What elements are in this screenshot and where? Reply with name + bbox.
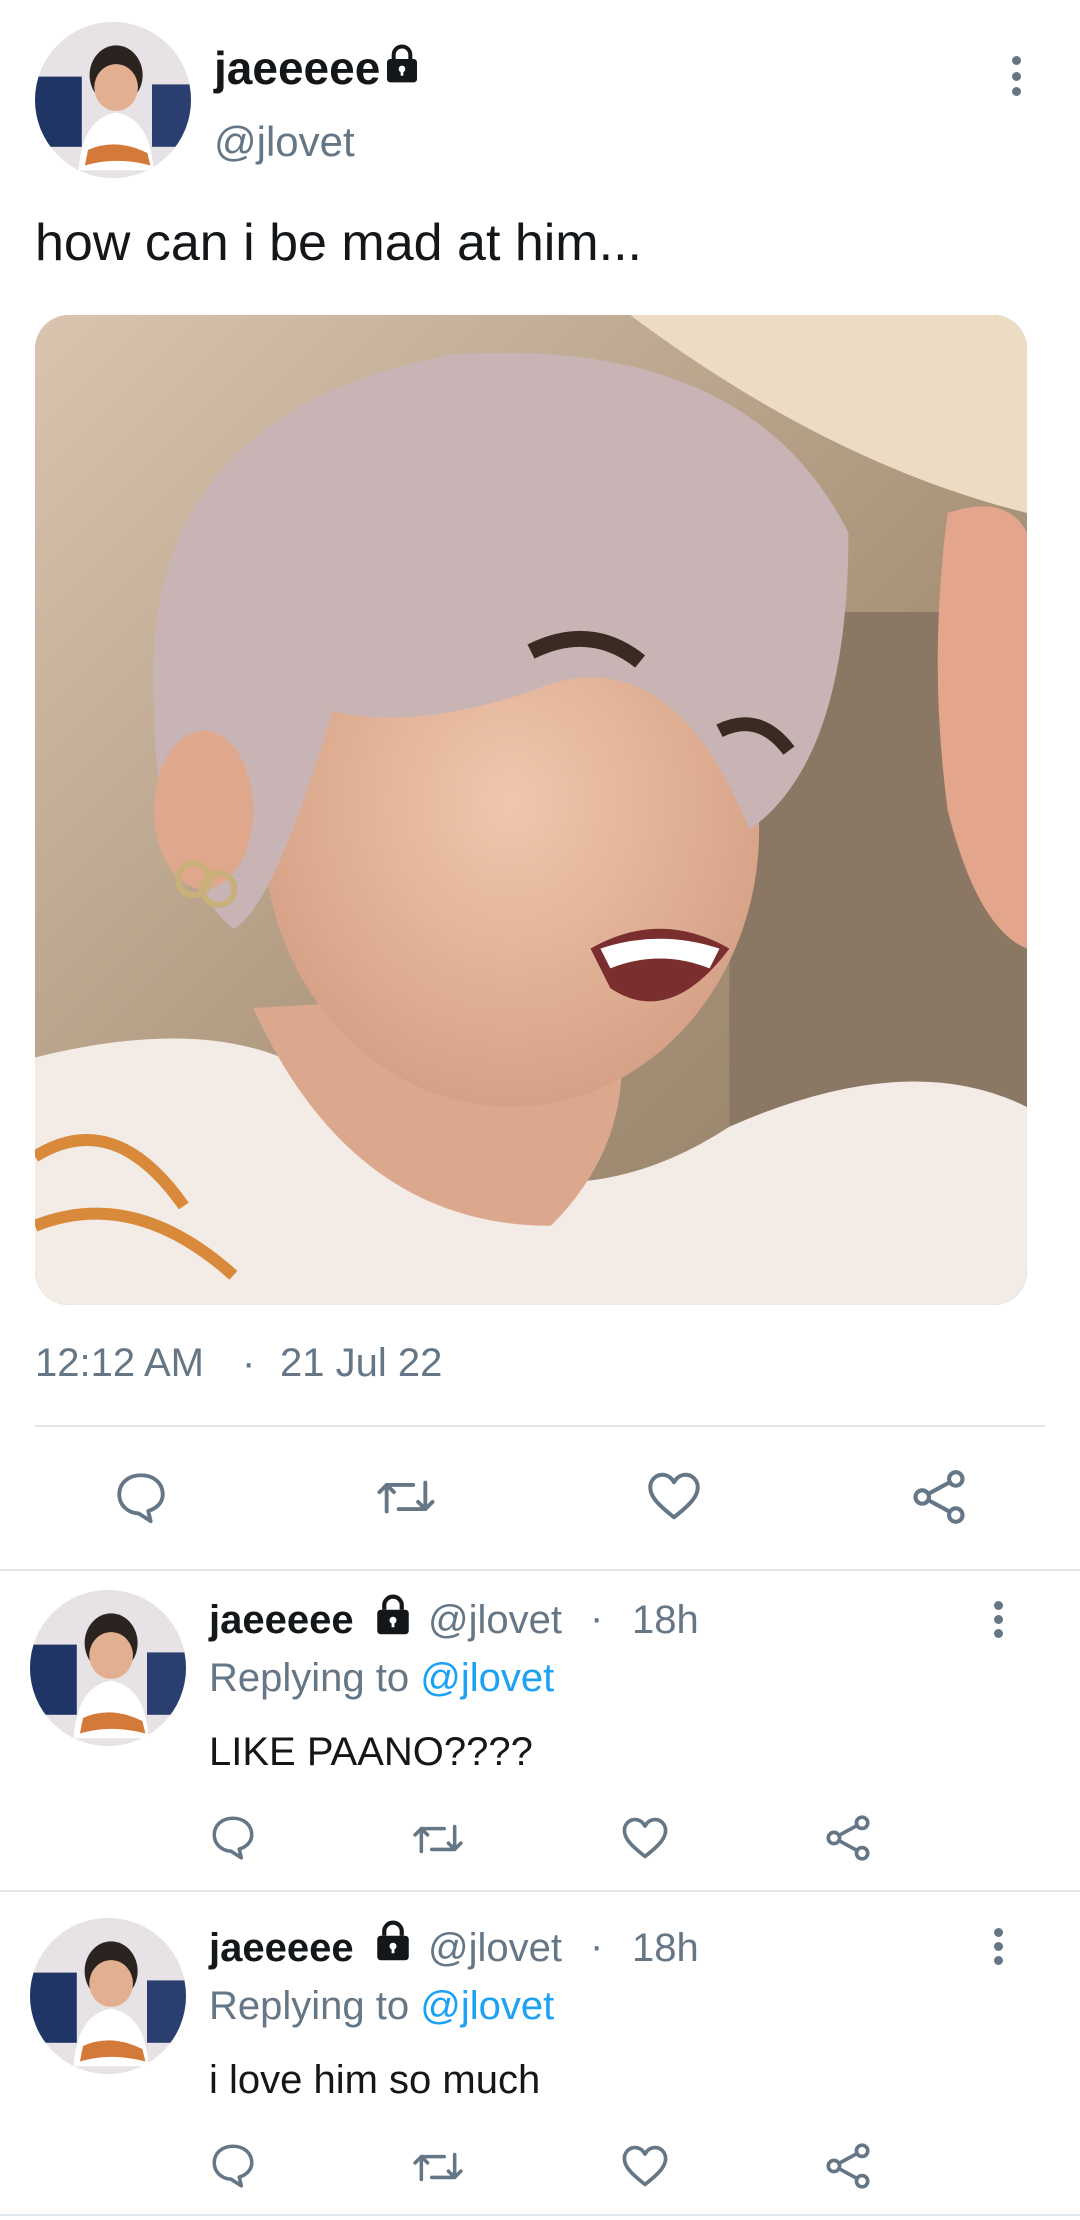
retweet-icon[interactable] (410, 2142, 466, 2192)
author-name[interactable]: jaeeeee (214, 42, 380, 94)
replying-to: Replying to @jlovet (209, 1984, 554, 2029)
avatar[interactable] (30, 1918, 186, 2074)
retweet-icon[interactable] (410, 1814, 466, 1864)
reply-age: 18h (632, 1598, 699, 1642)
avatar[interactable] (35, 22, 191, 178)
reply-icon[interactable] (112, 1468, 170, 1526)
reply-age: 18h (632, 1926, 699, 1970)
more-icon[interactable] (1012, 56, 1021, 96)
retweet-icon[interactable] (374, 1468, 438, 1526)
author-handle[interactable]: @jlovet (428, 1926, 562, 1971)
replying-prefix: Replying to (209, 1984, 410, 2028)
reply-text: i love him so much (209, 2058, 541, 2102)
meta-separator: · (590, 1596, 604, 1640)
tweet-photo[interactable] (35, 315, 1027, 1305)
meta-separator: · (590, 1924, 604, 1968)
lock-icon (372, 1594, 414, 1636)
share-icon[interactable] (908, 1466, 970, 1528)
reply-text: LIKE PAANO???? (209, 1730, 533, 1774)
divider (0, 2214, 1080, 2216)
tweet-date: 21 Jul 22 (280, 1341, 443, 1385)
divider (0, 1569, 1080, 1571)
like-icon[interactable] (619, 1812, 671, 1864)
mention-link[interactable]: @jlovet (420, 1984, 554, 2028)
avatar[interactable] (30, 1590, 186, 1746)
author-handle[interactable]: @jlovet (428, 1598, 562, 1643)
tweet-time: 12:12 AM (35, 1341, 205, 1385)
replying-to: Replying to @jlovet (209, 1656, 554, 1701)
like-icon[interactable] (644, 1466, 704, 1526)
more-icon[interactable] (994, 1601, 1003, 1638)
author-name[interactable]: jaeeeee (209, 1926, 354, 1971)
divider (0, 1890, 1080, 1892)
share-icon[interactable] (822, 1812, 874, 1864)
lock-icon (382, 44, 422, 84)
reply-icon[interactable] (208, 1812, 258, 1862)
reply-icon[interactable] (208, 2140, 258, 2190)
author-handle[interactable]: @jlovet (214, 118, 355, 166)
lock-icon (372, 1920, 414, 1962)
like-icon[interactable] (619, 2140, 671, 2192)
author-name[interactable]: jaeeeee (209, 1598, 354, 1643)
share-icon[interactable] (822, 2140, 874, 2192)
tweet-text: how can i be mad at him... (35, 214, 642, 272)
replying-prefix: Replying to (209, 1656, 410, 1700)
divider (35, 1425, 1045, 1427)
mention-link[interactable]: @jlovet (420, 1656, 554, 1700)
more-icon[interactable] (994, 1928, 1003, 1965)
timestamp-separator: · (242, 1341, 256, 1385)
